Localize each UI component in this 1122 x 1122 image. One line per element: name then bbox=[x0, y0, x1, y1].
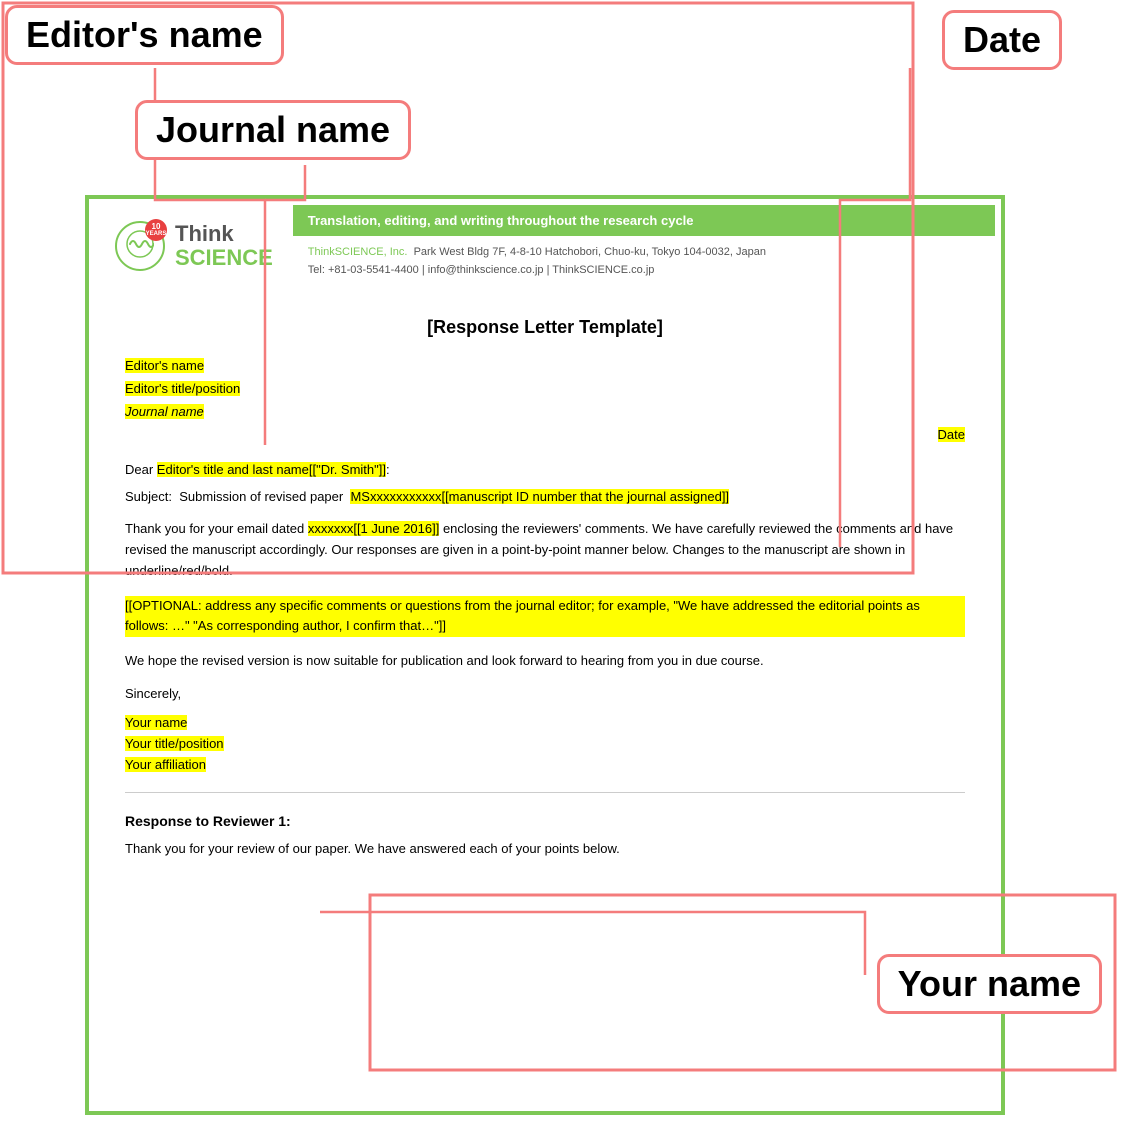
editors-name-label: Editor's name bbox=[5, 5, 284, 65]
date-label: Date bbox=[942, 10, 1062, 70]
green-border bbox=[85, 195, 1005, 1115]
your-name-label: Your name bbox=[877, 954, 1102, 1014]
journal-name-label: Journal name bbox=[135, 100, 411, 160]
